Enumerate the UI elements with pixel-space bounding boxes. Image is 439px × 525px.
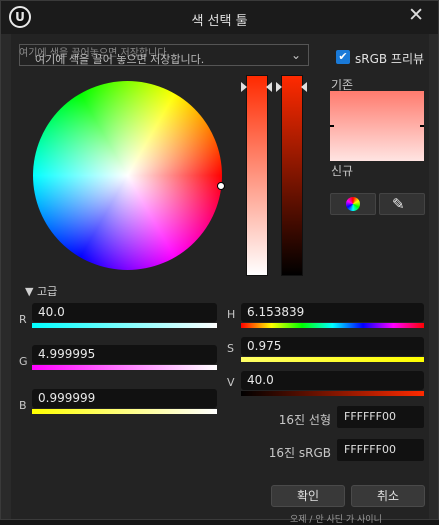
r-gradient-bar[interactable] xyxy=(32,323,217,328)
swatch-divider-right xyxy=(420,125,424,127)
title-bar[interactable]: U 색 선택 툴 ✕ xyxy=(1,1,438,34)
saturation-slider-handle-right-icon[interactable] xyxy=(266,82,272,92)
background-editor-text: 오제 / 안 사딘 가 사이니 xyxy=(290,515,382,525)
new-color-label: 신규 xyxy=(331,164,354,178)
saturation-slider[interactable] xyxy=(246,75,268,276)
hex-linear-label: 16진 선형 xyxy=(278,413,331,427)
s-gradient-bar[interactable] xyxy=(241,357,424,362)
color-picker-window: U 색 선택 툴 ✕ 여기에 색을 끌어놓으면 저장합니다 여기에 색을 끌어 … xyxy=(0,0,439,520)
eyedropper-icon: ✎ xyxy=(392,195,405,213)
value-slider[interactable] xyxy=(281,75,303,276)
s-label: S xyxy=(227,342,234,355)
b-label: B xyxy=(19,399,27,412)
window-title: 색 선택 툴 xyxy=(191,14,248,29)
color-preview-swatch xyxy=(330,91,424,161)
srgb-preview-checkbox[interactable]: ✔ xyxy=(336,50,350,64)
swatch-divider-left xyxy=(330,125,334,127)
color-wheel-icon xyxy=(346,197,360,211)
color-wheel[interactable] xyxy=(33,81,222,270)
hex-linear-input[interactable]: FFFFFF00 xyxy=(337,406,424,428)
saturation-slider-handle-left-icon[interactable] xyxy=(241,82,247,92)
value-slider-handle-left-icon[interactable] xyxy=(276,82,282,92)
srgb-preview-label: sRGB 프리뷰 xyxy=(355,52,425,66)
advanced-label: 고급 xyxy=(36,285,58,298)
close-icon[interactable]: ✕ xyxy=(408,4,424,26)
triangle-down-icon: ▼ xyxy=(25,285,34,298)
value-slider-handle-right-icon[interactable] xyxy=(301,82,307,92)
v-input[interactable]: 40.0 xyxy=(241,371,424,390)
h-label: H xyxy=(227,308,236,321)
b-gradient-bar[interactable] xyxy=(32,409,217,414)
v-gradient-bar[interactable] xyxy=(241,391,424,396)
g-input[interactable]: 4.999995 xyxy=(32,345,217,364)
color-wheel-mode-button[interactable] xyxy=(330,193,376,215)
r-label: R xyxy=(19,313,27,326)
eyedropper-button[interactable]: ✎ xyxy=(379,193,425,215)
hex-srgb-label: 16진 sRGB xyxy=(268,446,331,460)
h-gradient-bar[interactable] xyxy=(241,323,424,328)
g-label: G xyxy=(19,355,28,368)
advanced-section-toggle[interactable]: ▼ 고급 xyxy=(25,283,57,299)
ok-button[interactable]: 확인 xyxy=(271,485,345,507)
color-wheel-selector[interactable] xyxy=(217,182,225,190)
r-input[interactable]: 40.0 xyxy=(32,303,217,322)
hex-srgb-input[interactable]: FFFFFF00 xyxy=(337,439,424,461)
preset-drop-text: 여기에 색을 끌어 놓으면 저장합니다. xyxy=(35,53,205,66)
s-input[interactable]: 0.975 xyxy=(241,337,424,356)
chevron-down-icon[interactable]: ⌄ xyxy=(291,48,301,62)
g-gradient-bar[interactable] xyxy=(32,365,217,370)
h-input[interactable]: 6.153839 xyxy=(241,303,424,322)
cancel-button[interactable]: 취소 xyxy=(351,485,425,507)
v-label: V xyxy=(227,376,235,389)
b-input[interactable]: 0.999999 xyxy=(32,389,217,408)
